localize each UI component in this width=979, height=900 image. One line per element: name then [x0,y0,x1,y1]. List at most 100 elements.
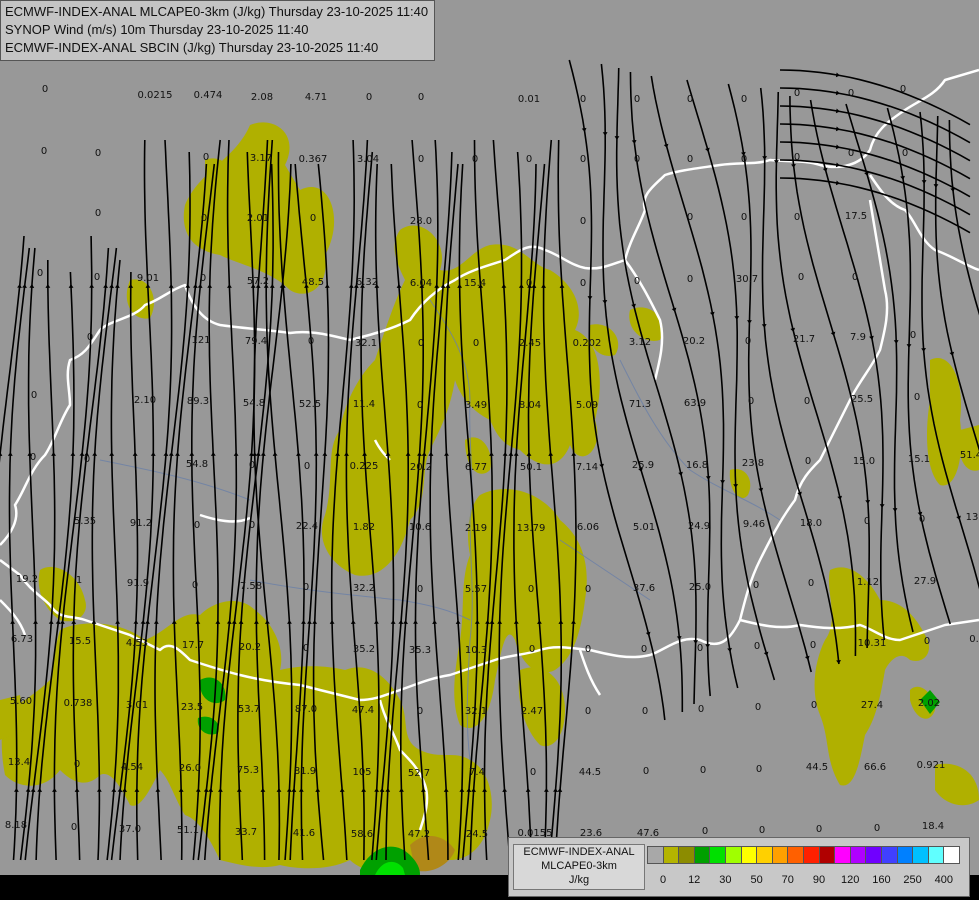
legend-swatch [756,846,774,864]
cin-value: 0 [748,396,754,407]
cin-value: 63.9 [684,398,706,409]
cin-value: 15.5 [69,636,91,647]
cin-value: 32.1 [355,338,377,349]
cin-value: 0 [37,268,43,279]
cin-value: 0 [472,154,478,165]
cin-value: 0 [759,825,765,836]
cin-value: 7.4 [469,767,485,778]
cin-value: 0 [700,765,706,776]
cin-value: 75.3 [237,765,259,776]
cin-value: 17.5 [845,211,867,222]
cin-value: 51.1 [177,825,199,836]
cin-value: 10.6 [409,522,431,533]
cin-value: 28.0 [410,216,432,227]
cin-value: 0 [698,704,704,715]
cin-value: 0 [308,336,314,347]
cin-value: 89.3 [187,396,209,407]
cin-value: 0 [526,154,532,165]
cin-value: 2.19 [465,523,487,534]
cin-value: 1.12 [857,577,879,588]
cin-value: 9.46 [743,519,765,530]
cin-value: 27.9 [914,576,936,587]
cin-value: 0 [864,516,870,527]
cin-value: 9.01 [137,273,159,284]
cin-value: 0 [848,148,854,159]
cin-value: 0 [585,644,591,655]
cin-value: 4.71 [305,92,327,103]
cin-value: 2.10 [134,395,156,406]
cin-value: 6.32 [356,277,378,288]
cin-value: 0 [249,520,255,531]
cin-value: 0.202 [573,338,602,349]
cin-value: 4.54 [121,762,143,773]
cin-value: 0 [702,826,708,837]
legend-tick-label: 0 [659,874,667,886]
cin-value: 2.01 [247,213,269,224]
legend-swatch [834,846,852,864]
cin-value: 121 [191,335,210,346]
cin-value: 0 [745,336,751,347]
legend-title-unit: J/kg [568,874,590,886]
cin-value: 53.7 [238,704,260,715]
cin-value: 0 [794,152,800,163]
cin-value: 48.5 [302,277,324,288]
legend-swatch [865,846,883,864]
header-line-wind: SYNOP Wind (m/s) 10m Thursday 23-10-2025… [5,22,309,37]
cin-value: 0 [203,152,209,163]
cin-value: 20.2 [239,642,261,653]
cin-value: 44.5 [806,762,828,773]
cin-value: 0.0215 [138,90,173,101]
legend-swatch [725,846,742,864]
cin-value: 0 [84,454,90,465]
cin-value: 37.6 [633,583,655,594]
cin-value: 0 [919,514,925,525]
cin-value: 0 [756,764,762,775]
cin-value: 0 [366,92,372,103]
cin-value: 0 [874,823,880,834]
cin-value: 23.8 [742,458,764,469]
cin-value: 4.53 [126,638,148,649]
color-legend: ECMWF-INDEX-ANAL MLCAPE0-3km J/kg 0 12 30 5… [508,837,970,897]
cin-value: 20.2 [683,336,705,347]
cin-value: 0.225 [350,461,379,472]
cin-value: 6.77 [465,462,487,473]
cin-value: 0 [74,759,80,770]
cin-value: 0 [852,272,858,283]
cin-value: 0 [741,94,747,105]
cin-value: 0 [417,400,423,411]
cin-value: 32.1 [465,706,487,717]
cin-value: 66.6 [864,762,886,773]
cin-value: 0 [810,640,816,651]
legend-swatch [927,846,945,864]
cin-value: 0 [194,520,200,531]
cin-value: 3.01 [126,700,148,711]
cin-value: 0.921 [917,760,946,771]
map-header: ECMWF-INDEX-ANAL MLCAPE0-3km (J/kg) Thur… [0,0,436,61]
cin-value: 8.04 [519,400,541,411]
legend-tick-label: 12 [688,874,701,886]
cin-value: 0 [418,338,424,349]
cin-value: 35.3 [409,645,431,656]
cin-value: 0 [914,392,920,403]
legend-swatch [787,846,805,864]
cin-value: 21.7 [793,334,815,345]
cin-value: 79.4 [245,336,267,347]
cin-value: 41.6 [293,828,315,839]
cin-value: 0.474 [194,90,223,101]
cin-value: 3.49 [465,400,487,411]
cin-value: 50.1 [520,462,542,473]
cin-value: 0 [585,706,591,717]
cin-value: 51.4 [960,450,979,461]
cin-value: 18.4 [922,821,944,832]
cin-value: 0 [910,330,916,341]
legend-tick-label: 400 [934,874,953,886]
cin-value: 6.06 [577,522,599,533]
cin-value: 20.2 [410,462,432,473]
cin-value: 0 [526,278,532,289]
legend-swatch [678,846,696,864]
cin-value: 0 [741,212,747,223]
cin-value: 27.4 [861,700,883,711]
cin-value: 0 [418,92,424,103]
cin-value: 22.4 [296,521,318,532]
cin-value: 71.3 [629,399,651,410]
